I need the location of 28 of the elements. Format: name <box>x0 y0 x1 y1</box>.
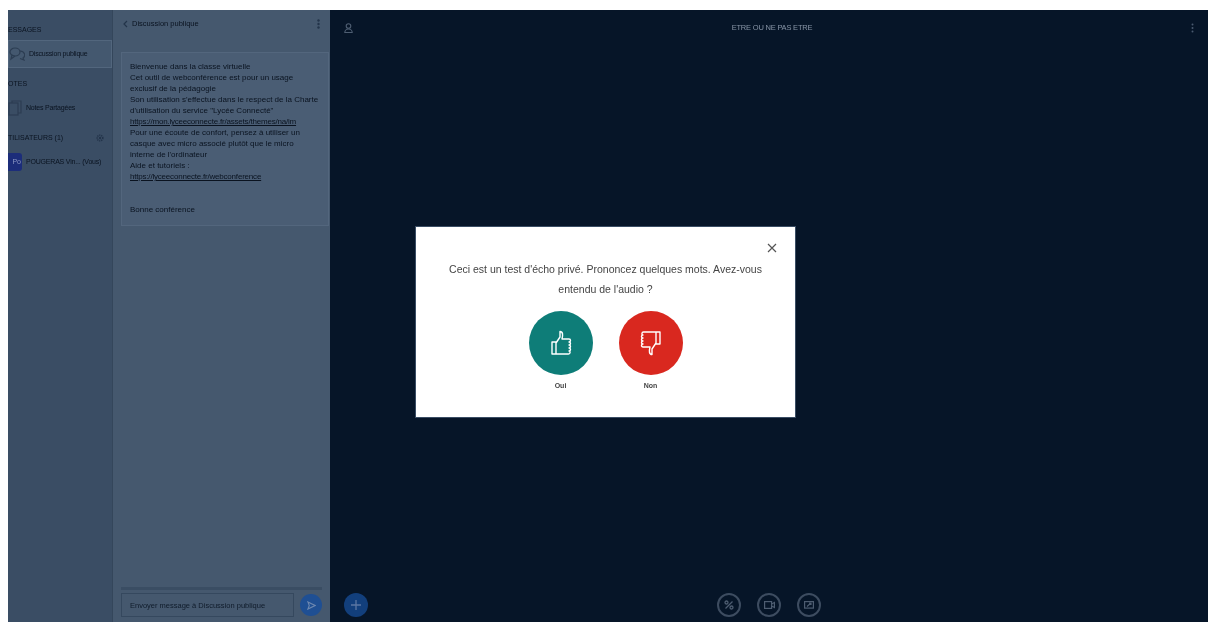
message-text: Son utilisation s'effectue dans le respect de la Charte d'utilisation du service "Lycée Connecté" <box>130 94 320 116</box>
message-link[interactable]: https://lyceeconnecte.fr/webconference <box>130 171 320 182</box>
message-link[interactable]: https://mon.lyceeconnecte.fr/assets/themes/na/im <box>130 116 320 127</box>
message-text: Bonne conférence <box>130 204 196 215</box>
plus-icon <box>351 600 361 610</box>
settings-icon[interactable] <box>96 134 104 142</box>
screen-icon <box>804 600 814 610</box>
user-icon[interactable] <box>344 23 353 33</box>
send-icon <box>306 600 316 610</box>
camera-button[interactable] <box>757 593 781 617</box>
more-options-icon[interactable] <box>1191 23 1194 33</box>
message-text: Cet outil de webconférence est pour un usage exclusif de la pédagogie <box>130 72 295 94</box>
more-options-icon[interactable] <box>317 19 320 29</box>
message-text: Aide et tutoriels : <box>130 160 191 171</box>
camera-icon <box>763 601 775 609</box>
percent-icon <box>724 600 734 610</box>
dialog-message: Ceci est un test d'écho privé. Prononcez quelques mots. Avez-vous entendu de l'audio ? <box>448 262 763 297</box>
speech-bubbles-icon <box>9 47 25 61</box>
message-text: Bienvenue dans la classe virtuelle <box>130 61 252 72</box>
close-icon[interactable] <box>767 243 777 253</box>
thumbs-down-icon <box>639 330 662 356</box>
screen-share-button[interactable] <box>797 593 821 617</box>
documents-icon <box>8 100 22 116</box>
message-text: Pour une écoute de confort, pensez à utiliser un casque avec micro associé plutôt que le micro interne de l'ordinateur <box>130 127 301 160</box>
chevron-left-icon <box>123 20 128 28</box>
thumbs-up-icon <box>549 330 572 356</box>
plus-button[interactable] <box>344 593 368 617</box>
send-button[interactable] <box>300 594 322 616</box>
